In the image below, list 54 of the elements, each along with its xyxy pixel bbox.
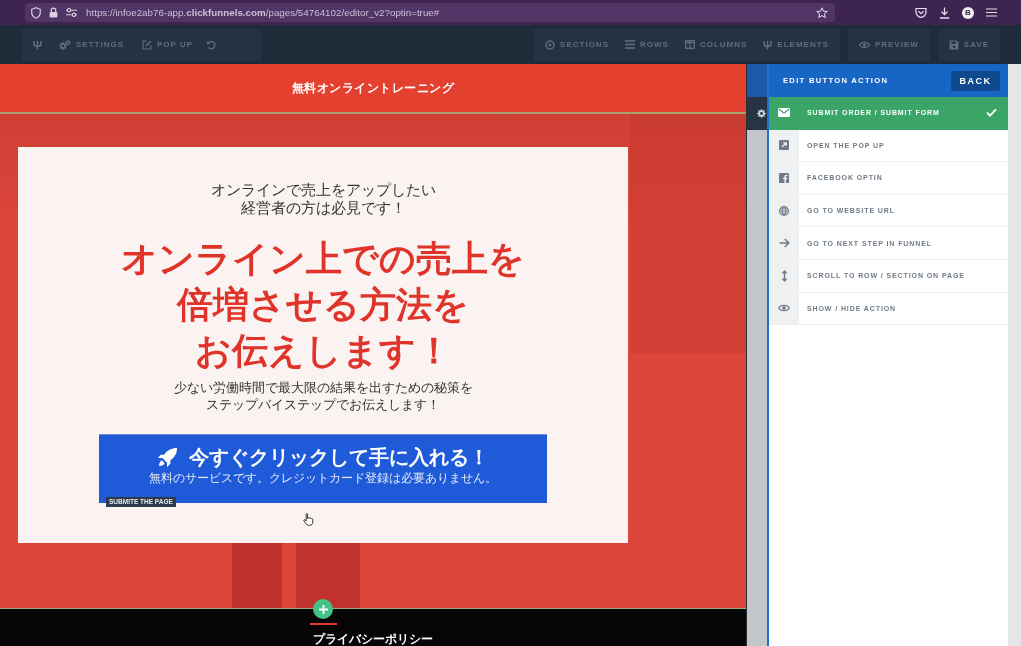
pointer-cursor-icon <box>303 513 314 526</box>
vertical-arrows-icon <box>780 269 788 282</box>
check-icon <box>986 108 997 118</box>
disc-icon <box>545 39 556 50</box>
panel-edge-header <box>747 64 767 97</box>
add-button[interactable] <box>313 599 333 619</box>
cta-label: 今すぐクリックして手に入れる！ <box>189 445 489 470</box>
chevron-badge-icon[interactable] <box>915 7 927 18</box>
subtext-line: 少ない労働時間で最大限の結果を出すための秘策を <box>173 379 473 396</box>
cta-subtext: 無料のサービスです。クレジットカード登録は必要ありません。 <box>149 471 497 485</box>
headline-line: オンライン上での売上を <box>121 237 525 281</box>
external-link-icon <box>779 140 789 151</box>
back-button[interactable]: BACK <box>951 70 1000 91</box>
header-title: 無料オンライントレーニング <box>291 79 455 97</box>
toolbar-button[interactable]: ROWS <box>617 28 677 61</box>
eye-icon <box>858 40 870 49</box>
sliders-icon[interactable] <box>66 8 77 17</box>
toolbar-button[interactable]: COLUMNS <box>676 28 756 61</box>
trident-icon[interactable] <box>33 39 42 50</box>
edit-icon <box>142 39 152 50</box>
url-text[interactable]: https://infoe2ab76-app.clickfunnels.com/pages/54764102/editor_v2?optin=true# <box>86 7 440 18</box>
toolbar-button[interactable]: SECTIONS <box>537 28 617 61</box>
gear-icon[interactable] <box>757 109 766 118</box>
eye-icon <box>778 304 790 313</box>
account-avatar[interactable]: B <box>962 6 974 19</box>
intro-line: 経営者の方は必見です！ <box>240 199 406 217</box>
download-icon[interactable] <box>939 6 950 19</box>
toolbar-button[interactable]: SAVE <box>940 28 997 61</box>
menu-icon[interactable] <box>986 8 997 17</box>
lines-icon <box>625 40 635 49</box>
plus-icon <box>318 604 328 614</box>
subtext-line: ステップバイステップでお伝えします！ <box>206 396 440 413</box>
trident-icon <box>763 39 773 50</box>
envelope-icon <box>778 108 790 118</box>
columns-icon <box>684 40 695 49</box>
toolbar-button[interactable]: ELEMENTS <box>755 28 837 61</box>
globe-icon <box>779 205 789 216</box>
address-bar[interactable]: https://infoe2ab76-app.clickfunnels.com/pages/54764102/editor_v2?optin=true# <box>25 3 835 22</box>
toolbar-button[interactable]: SETTINGS <box>50 28 133 61</box>
rocket-icon <box>157 446 178 468</box>
gears-icon <box>59 39 71 50</box>
star-icon[interactable] <box>816 6 828 19</box>
square-f-icon <box>779 173 789 183</box>
accent-bar <box>310 623 337 625</box>
toolbar-button[interactable]: POP UP <box>133 28 203 61</box>
headline-line: お伝えします！ <box>194 329 452 373</box>
arrow-right-icon <box>778 238 790 249</box>
shield-icon[interactable] <box>31 6 41 19</box>
intro-line: オンラインで売上をアップしたい <box>210 181 436 199</box>
headline-line: 倍増させる方法を <box>177 283 469 327</box>
footer-link[interactable]: プライバシーポリシー <box>313 632 433 646</box>
toolbar-button[interactable]: PREVIEW <box>850 28 927 61</box>
undo-icon[interactable] <box>206 39 217 50</box>
lock-icon[interactable] <box>49 7 58 18</box>
